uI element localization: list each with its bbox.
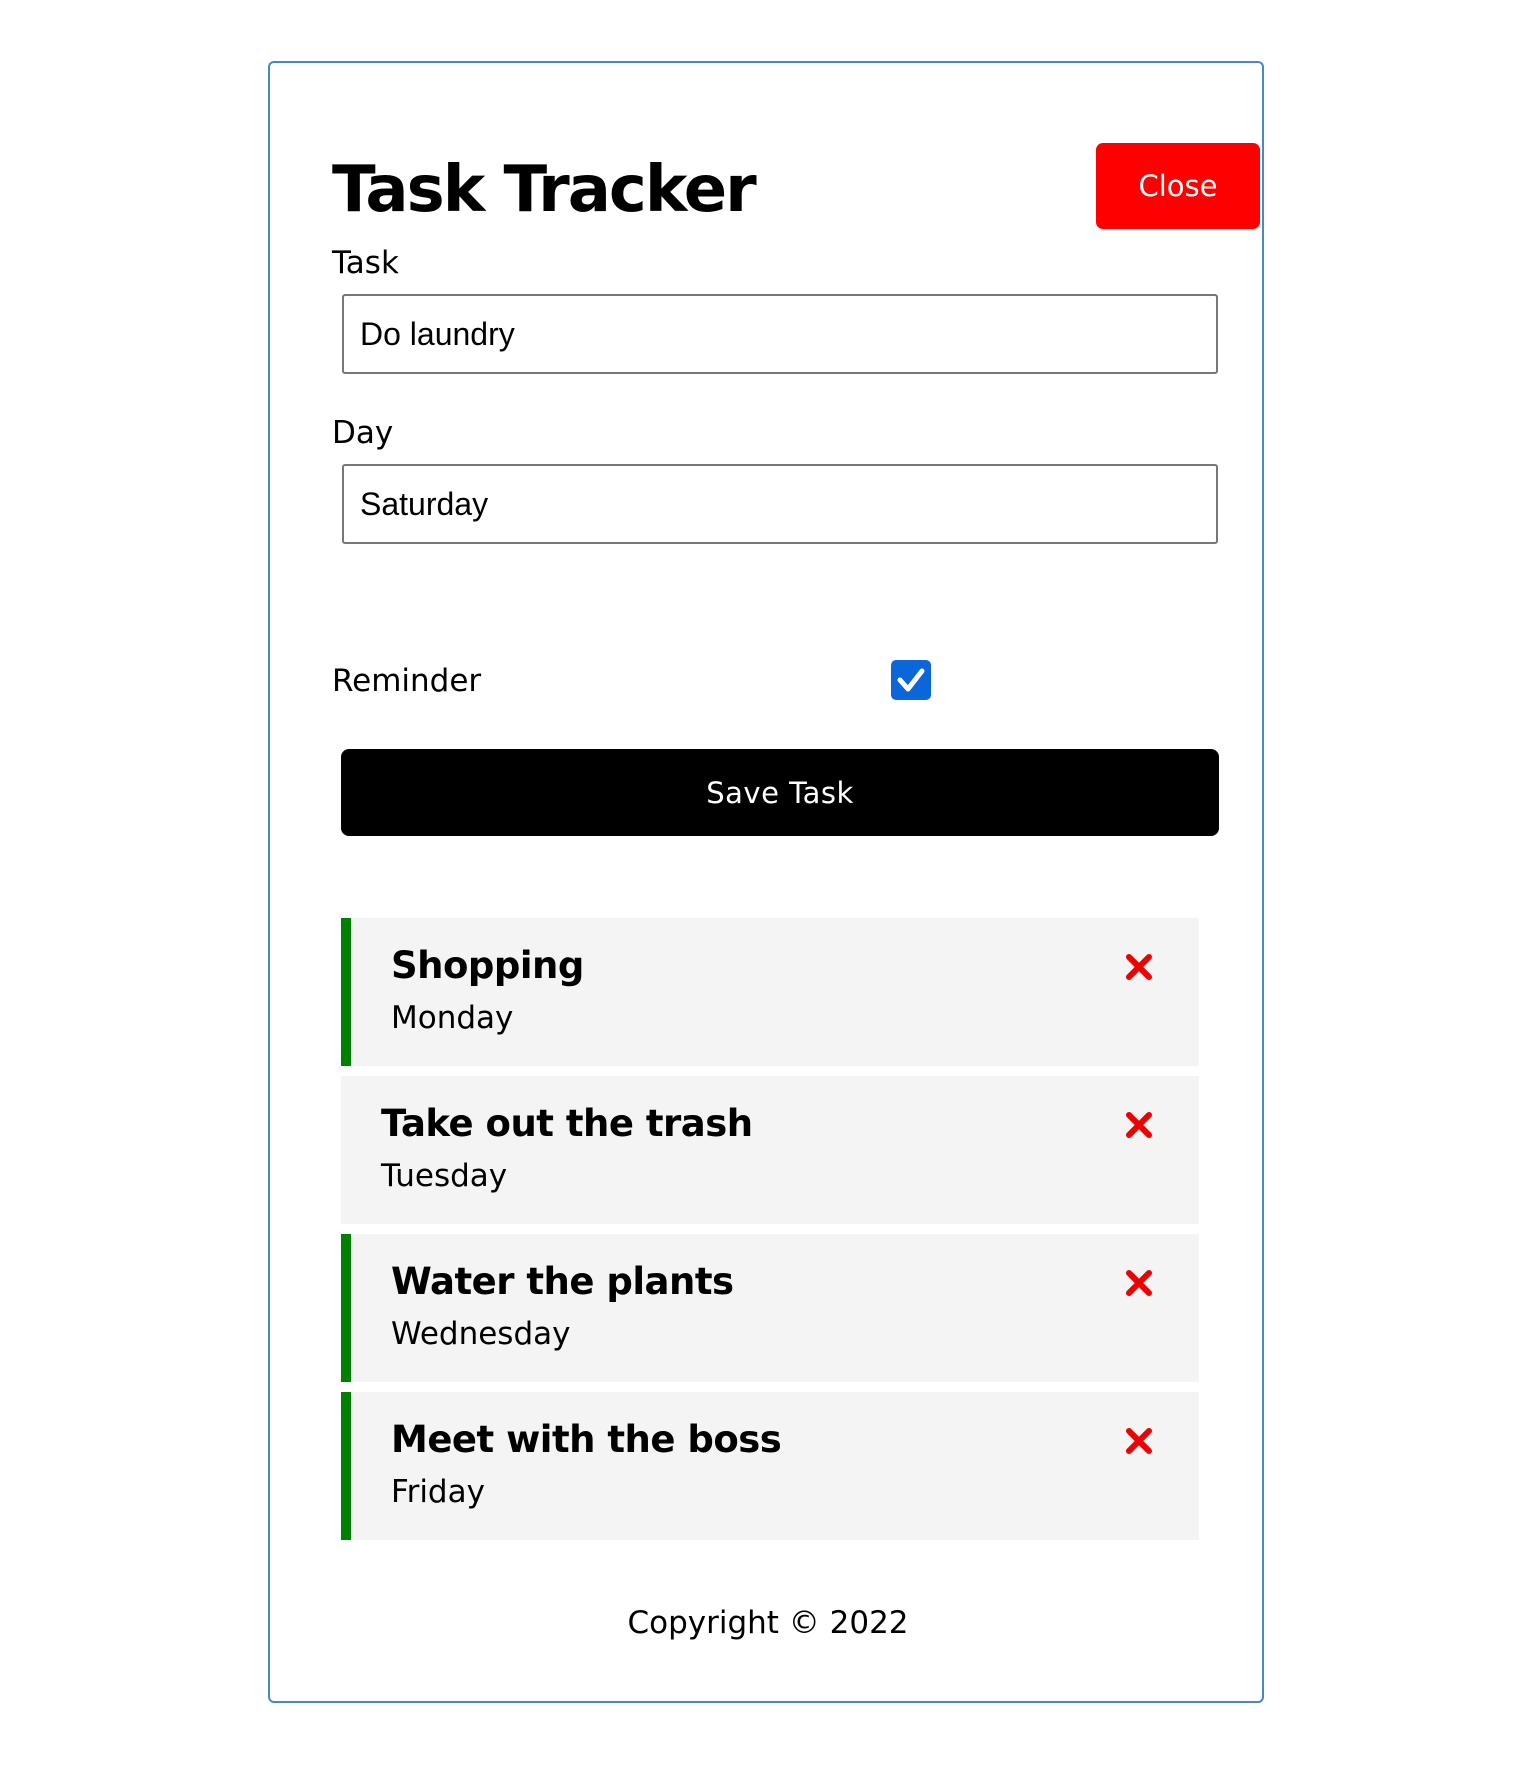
task-item[interactable]: Shopping Monday (341, 918, 1199, 1066)
page-title: Task Tracker (332, 153, 757, 227)
copyright-text: Copyright © 2022 (627, 1605, 909, 1641)
task-item[interactable]: Water the plants Wednesday (341, 1234, 1199, 1382)
reminder-label: Reminder (332, 663, 482, 699)
day-label: Day (332, 415, 394, 451)
close-button[interactable]: Close (1096, 143, 1260, 229)
day-input[interactable] (342, 464, 1218, 544)
task-item[interactable]: Meet with the boss Friday (341, 1392, 1199, 1540)
app-container: Task Tracker Close Task Day Reminder Sav… (268, 61, 1264, 1703)
task-title: Take out the trash (381, 1102, 753, 1145)
task-day: Monday (391, 1000, 514, 1036)
app-header: Task Tracker Close (332, 143, 1260, 233)
check-icon (897, 668, 925, 692)
task-list: Shopping Monday Take out the trash Tuesd… (341, 918, 1199, 1550)
task-input[interactable] (342, 294, 1218, 374)
reminder-checkbox[interactable] (891, 660, 931, 700)
task-item[interactable]: Take out the trash Tuesday (341, 1076, 1199, 1224)
save-task-button[interactable]: Save Task (341, 749, 1219, 836)
delete-icon[interactable] (1124, 1268, 1154, 1298)
task-title: Shopping (391, 944, 584, 987)
delete-icon[interactable] (1124, 1426, 1154, 1456)
task-day: Wednesday (391, 1316, 571, 1352)
footer: Copyright © 2022 (270, 1603, 1266, 1643)
delete-icon[interactable] (1124, 1110, 1154, 1140)
delete-icon[interactable] (1124, 952, 1154, 982)
task-day: Tuesday (381, 1158, 508, 1194)
task-label: Task (332, 245, 399, 281)
task-day: Friday (391, 1474, 485, 1510)
task-title: Meet with the boss (391, 1418, 782, 1461)
task-title: Water the plants (391, 1260, 734, 1303)
